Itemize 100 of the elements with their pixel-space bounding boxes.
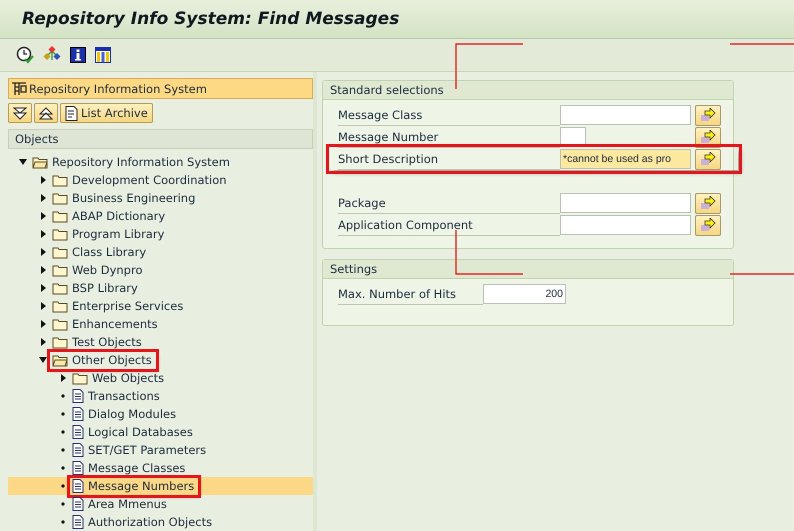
expanded-arrow-icon[interactable] (39, 356, 47, 364)
bullet-icon (59, 500, 67, 508)
document-icon (72, 389, 84, 403)
input-field[interactable] (560, 193, 691, 213)
tree-item[interactable]: Area Mmenus (88, 497, 167, 511)
tree-item[interactable]: Logical Databases (88, 425, 193, 439)
window-title: Repository Info System: Find Messages (22, 9, 400, 29)
tree-item[interactable]: Enhancements (72, 317, 158, 331)
open-folder-icon (52, 354, 68, 366)
bullet-icon (59, 392, 67, 400)
field-label: Message Class (338, 104, 560, 126)
tree-item[interactable]: Web Dynpro (72, 263, 142, 277)
collapsed-arrow-icon[interactable] (59, 374, 67, 382)
expand-all-button[interactable] (8, 103, 32, 123)
collapsed-arrow-icon[interactable] (39, 320, 47, 328)
expanded-arrow-icon[interactable] (19, 158, 27, 166)
collapsed-arrow-icon[interactable] (39, 230, 47, 238)
folder-icon (52, 336, 68, 348)
list-archive-button[interactable]: List Archive (60, 103, 153, 123)
arrow-icon (700, 218, 716, 232)
tree-item[interactable]: Business Engineering (72, 191, 196, 205)
tree-item[interactable]: Authorization Objects (88, 515, 212, 529)
bullet-icon (59, 464, 67, 472)
open-folder-icon (32, 156, 48, 168)
document-icon (72, 407, 84, 421)
multiple-selection-button[interactable] (695, 148, 721, 170)
folder-icon (52, 210, 68, 222)
clock-check-icon[interactable] (16, 46, 34, 64)
annotation-line (455, 230, 524, 275)
group-title: Settings (323, 260, 733, 279)
tree-item[interactable]: Message Classes (88, 461, 186, 475)
bullet-icon (59, 482, 67, 490)
input-field[interactable]: *cannot be used as pro (560, 149, 691, 169)
collapsed-arrow-icon[interactable] (39, 194, 47, 202)
input-field[interactable] (560, 105, 691, 125)
tree-item[interactable]: Web Objects (92, 371, 164, 385)
bullet-icon (59, 428, 67, 436)
info-icon[interactable] (70, 47, 86, 63)
folder-icon (52, 300, 68, 312)
collapsed-arrow-icon[interactable] (39, 302, 47, 310)
collapsed-arrow-icon[interactable] (39, 176, 47, 184)
arrow-icon (700, 108, 716, 122)
collapsed-arrow-icon[interactable] (39, 338, 47, 346)
folder-icon (52, 264, 68, 276)
collapsed-arrow-icon[interactable] (39, 248, 47, 256)
panel-title: Repository Information System (29, 82, 207, 96)
folder-icon (52, 174, 68, 186)
tools-icon (11, 82, 27, 96)
annotation-line (455, 43, 524, 89)
double-down-arrow-icon (13, 106, 27, 120)
folder-icon (52, 192, 68, 204)
annotation-line (730, 273, 794, 275)
input-field[interactable] (560, 215, 691, 235)
bullet-icon (59, 410, 67, 418)
multiple-selection-button[interactable] (695, 104, 721, 126)
tree-item[interactable]: Repository Information System (52, 155, 230, 169)
tree-item[interactable]: Other Objects (72, 353, 152, 367)
tree-item[interactable]: BSP Library (72, 281, 138, 295)
tree-item[interactable]: Dialog Modules (88, 407, 176, 421)
folder-icon (52, 246, 68, 258)
folder-icon (72, 372, 88, 384)
input-field[interactable] (560, 127, 586, 147)
arrow-icon (700, 130, 716, 144)
collapse-all-button[interactable] (34, 103, 58, 123)
columns-icon[interactable] (95, 47, 111, 63)
tree-item[interactable]: SET/GET Parameters (88, 443, 206, 457)
collapsed-arrow-icon[interactable] (39, 266, 47, 274)
tree-item[interactable]: Development Coordination (72, 173, 227, 187)
tree-item[interactable]: ABAP Dictionary (72, 209, 166, 223)
folder-icon (52, 228, 68, 240)
tree-item[interactable]: Transactions (88, 389, 160, 403)
section-header: Objects (8, 129, 313, 149)
bullet-icon (59, 518, 67, 526)
field-label: Application Component (338, 214, 560, 236)
tree-item[interactable]: Enterprise Services (72, 299, 184, 313)
folder-icon (52, 318, 68, 330)
group-title: Standard selections (323, 81, 733, 100)
tree-item[interactable]: Program Library (72, 227, 164, 241)
multiple-selection-button[interactable] (695, 214, 721, 236)
field-label: Package (338, 192, 560, 214)
document-icon (72, 425, 84, 439)
annotation-line (730, 43, 794, 45)
tree-item[interactable]: Message Numbers (88, 479, 194, 493)
tree-item[interactable]: Test Objects (72, 335, 142, 349)
collapsed-arrow-icon[interactable] (39, 284, 47, 292)
field-label: Message Number (338, 126, 560, 148)
document-icon (72, 497, 84, 511)
bullet-icon (59, 446, 67, 454)
input-field[interactable]: 200 (483, 284, 566, 304)
field-label: Short Description (338, 148, 560, 170)
document-icon (72, 515, 84, 529)
document-icon (72, 479, 84, 493)
tree-item[interactable]: Class Library (72, 245, 146, 259)
folder-icon (52, 282, 68, 294)
double-up-arrow-icon (39, 106, 53, 120)
document-icon (72, 461, 84, 475)
multiple-selection-button[interactable] (695, 192, 721, 214)
collapsed-arrow-icon[interactable] (39, 212, 47, 220)
arrow-icon (700, 152, 716, 166)
document-pen-icon (65, 106, 79, 120)
